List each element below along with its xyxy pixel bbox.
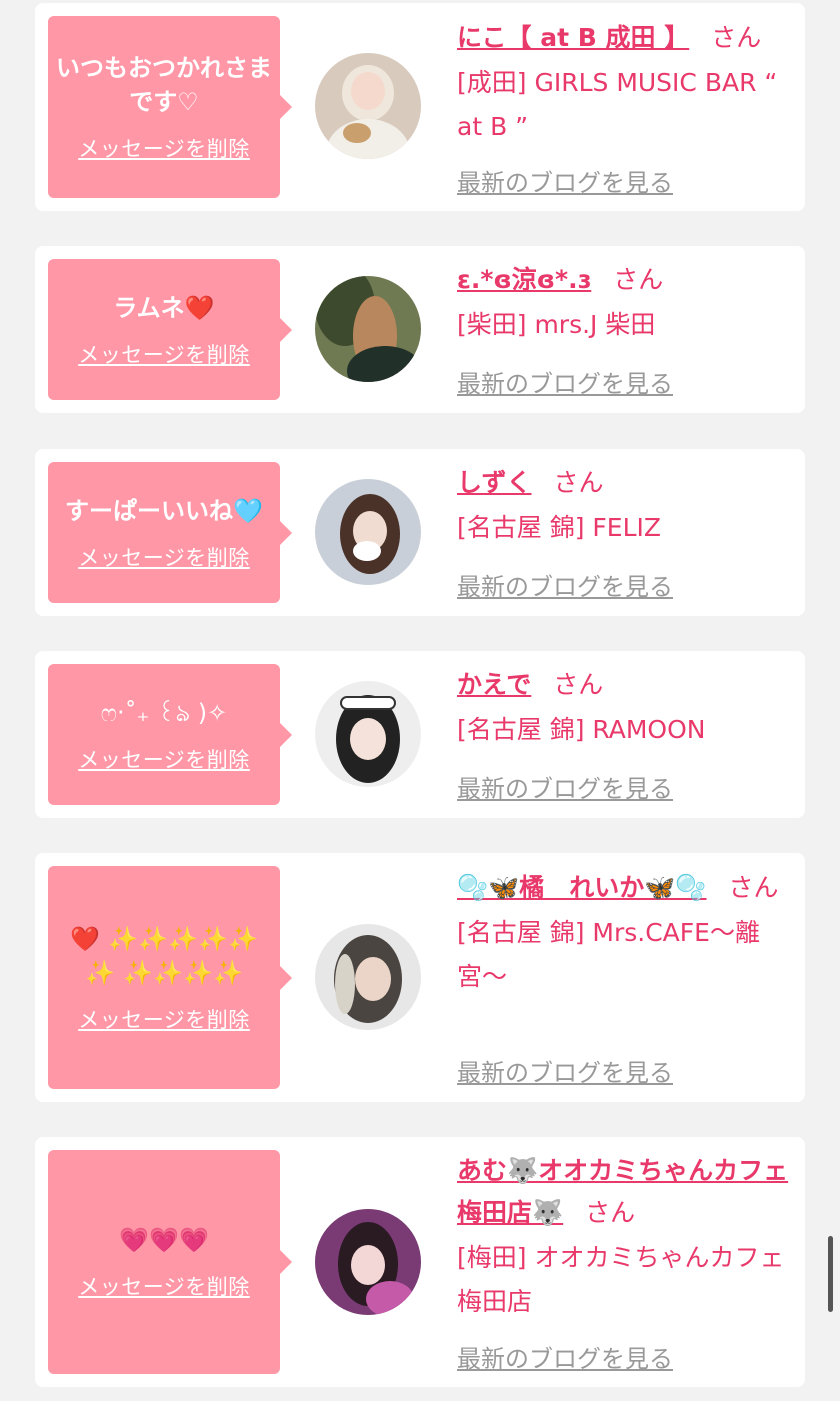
view-latest-blog-link[interactable]: 最新のブログを見る [457, 769, 673, 804]
avatar-photo-icon [315, 479, 421, 585]
message-text: すーぱーいいね🩵 [65, 496, 263, 525]
message-card: ❤️ ✨✨✨✨✨✨ ✨✨✨✨ メッセージを削除 🫧🦋橘 れいか🦋🫧 さん [名古屋… [35, 853, 805, 1102]
delete-message-link[interactable]: メッセージを削除 [78, 744, 250, 774]
avatar-photo-icon [315, 1209, 421, 1315]
avatar-photo-icon [315, 681, 421, 787]
avatar[interactable] [315, 53, 421, 159]
delete-message-link[interactable]: メッセージを削除 [78, 1271, 250, 1301]
message-bubble: 💗💗💗 メッセージを削除 [48, 1150, 292, 1374]
delete-message-link[interactable]: メッセージを削除 [78, 542, 250, 572]
message-text: ❤️ ✨✨✨✨✨✨ ✨✨✨✨ [70, 924, 258, 987]
delete-message-link[interactable]: メッセージを削除 [78, 1004, 250, 1034]
message-card: すーぱーいいね🩵 メッセージを削除 しずく さん [名古屋 錦] FELIZ 最新… [35, 449, 805, 616]
avatar-photo-icon [315, 924, 421, 1030]
message-bubble: いつもおつかれさまです♡ メッセージを削除 [48, 16, 292, 198]
avatar[interactable] [315, 1209, 421, 1315]
avatar[interactable] [315, 479, 421, 585]
avatar[interactable] [315, 276, 421, 382]
view-latest-blog-link[interactable]: 最新のブログを見る [457, 1053, 673, 1088]
message-bubble: ❤️ ✨✨✨✨✨✨ ✨✨✨✨ メッセージを削除 [48, 866, 292, 1089]
message-text: いつもおつかれさまです♡ [56, 54, 272, 116]
view-latest-blog-link[interactable]: 最新のブログを見る [457, 163, 673, 198]
avatar[interactable] [315, 924, 421, 1030]
message-card: 💗💗💗 メッセージを削除 あむ🐺オオカミちゃんカフェ梅田店🐺 さん [梅田] オオ… [35, 1137, 805, 1387]
message-text: 💗💗💗 [119, 1226, 209, 1254]
avatar-photo-icon [315, 53, 421, 159]
message-text: ラムネ❤️ [113, 293, 215, 322]
view-latest-blog-link[interactable]: 最新のブログを見る [457, 364, 673, 399]
message-text: ෆ‧˚₊ ꒰ঌ )✧ [100, 698, 228, 727]
delete-message-link[interactable]: メッセージを削除 [78, 133, 250, 163]
scrollbar[interactable] [828, 1236, 833, 1312]
view-latest-blog-link[interactable]: 最新のブログを見る [457, 1339, 673, 1374]
message-card: いつもおつかれさまです♡ メッセージを削除 にこ【 at B 成田 】さん [成… [35, 3, 805, 211]
message-bubble: ラムネ❤️ メッセージを削除 [48, 259, 292, 400]
message-bubble: すーぱーいいね🩵 メッセージを削除 [48, 462, 292, 603]
message-card: ෆ‧˚₊ ꒰ঌ )✧ メッセージを削除 かえで さん [名古屋 錦] RAMOON… [35, 651, 805, 818]
view-latest-blog-link[interactable]: 最新のブログを見る [457, 567, 673, 602]
message-list: いつもおつかれさまです♡ メッセージを削除 にこ【 at B 成田 】さん [成… [0, 0, 840, 1401]
message-card: ラムネ❤️ メッセージを削除 ε.*ɞ涼ɞ*.ɜ さん [柴田] mrs.J 柴田… [35, 246, 805, 413]
avatar-photo-icon [315, 276, 421, 382]
avatar[interactable] [315, 681, 421, 787]
message-bubble: ෆ‧˚₊ ꒰ঌ )✧ メッセージを削除 [48, 664, 292, 805]
delete-message-link[interactable]: メッセージを削除 [78, 339, 250, 369]
